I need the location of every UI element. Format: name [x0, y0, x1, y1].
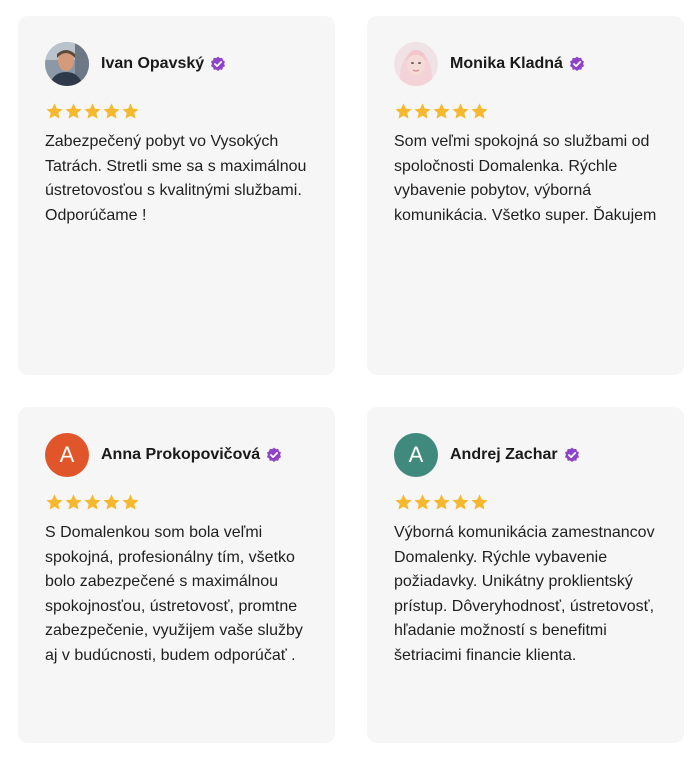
review-header: A Andrej Zachar — [394, 433, 580, 477]
star-rating — [394, 102, 489, 122]
star-icon — [121, 493, 140, 512]
review-text: S Domalenkou som bola veľmi spokojná, pr… — [45, 524, 303, 664]
reviewer-name: Monika Kladná — [450, 55, 563, 72]
star-rating — [45, 102, 140, 122]
reviewer-name: Ivan Opavský — [101, 55, 205, 72]
star-icon — [64, 102, 83, 121]
star-icon — [83, 493, 102, 512]
avatar — [394, 42, 438, 86]
review-card: Monika Kladná Som veľmi spokojná so služ… — [367, 16, 684, 375]
avatar-initial: A — [59, 442, 75, 467]
star-icon — [102, 102, 121, 121]
star-icon — [432, 102, 451, 121]
star-icon — [45, 102, 64, 121]
star-icon — [394, 102, 413, 121]
review-card: Ivan Opavský Zabezpečený pobyt vo Vysoký… — [18, 16, 335, 375]
star-icon — [83, 102, 102, 121]
review-card: A Andrej Zachar Výborná komunikácia zame… — [367, 407, 684, 743]
star-icon — [121, 102, 140, 121]
review-card: A Anna Prokopovičová S Domalenkou som bo… — [18, 407, 335, 743]
star-rating — [394, 493, 489, 513]
avatar: A — [394, 433, 438, 477]
review-text: Zabezpečený pobyt vo Vysokých Tatrách. S… — [45, 133, 307, 224]
reviewer-name: Anna Prokopovičová — [101, 446, 261, 463]
avatar: A — [45, 433, 89, 477]
review-text: Som veľmi spokojná so službami od spoloč… — [394, 133, 657, 224]
star-icon — [432, 493, 451, 512]
star-icon — [394, 493, 413, 512]
star-icon — [45, 493, 64, 512]
verified-badge-icon — [564, 447, 580, 463]
star-icon — [470, 493, 489, 512]
star-icon — [451, 102, 470, 121]
review-header: Ivan Opavský — [45, 42, 226, 86]
review-header: A Anna Prokopovičová — [45, 433, 282, 477]
star-icon — [413, 493, 432, 512]
verified-badge-icon — [210, 56, 226, 72]
avatar — [45, 42, 89, 86]
star-rating — [45, 493, 140, 513]
review-header: Monika Kladná — [394, 42, 585, 86]
review-text: Výborná komunikácia zamestnancov Domalen… — [394, 524, 655, 664]
star-icon — [102, 493, 121, 512]
verified-badge-icon — [266, 447, 282, 463]
avatar-initial: A — [408, 442, 424, 467]
verified-badge-icon — [569, 56, 585, 72]
reviewer-name: Andrej Zachar — [450, 446, 558, 463]
star-icon — [64, 493, 83, 512]
star-icon — [413, 102, 432, 121]
star-icon — [451, 493, 470, 512]
star-icon — [470, 102, 489, 121]
